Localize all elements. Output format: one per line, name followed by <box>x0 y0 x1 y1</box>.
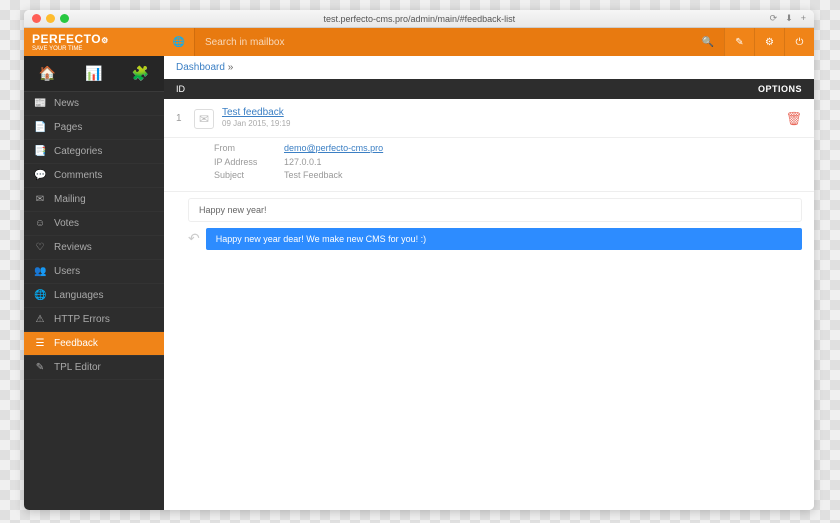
minimize-window-button[interactable] <box>46 14 55 23</box>
nav-icon: ☺ <box>34 218 46 229</box>
nav-icon: 📄 <box>34 122 46 133</box>
edit-icon[interactable]: ✎ <box>724 28 754 56</box>
nav-icon: ♡ <box>34 242 46 253</box>
feedback-details: Fromdemo@perfecto-cms.pro IP Address127.… <box>164 138 814 192</box>
sidebar-item-tpl-editor[interactable]: ✎ TPL Editor <box>24 356 164 380</box>
feedback-title-link[interactable]: Test feedback <box>222 107 284 118</box>
nav-label: Categories <box>54 146 102 157</box>
refresh-icon[interactable]: ⟳ <box>770 13 778 24</box>
message-panel: Happy new year! <box>188 198 802 222</box>
sidebar: 🏠 📊 🧩 📰 News 📄 Pages 📑 Categories 💬 Comments ✉ Ma… <box>24 56 164 510</box>
subject: Test Feedback <box>284 169 343 183</box>
logo[interactable]: PERFECTO⚙ SAVE YOUR TIME <box>24 32 164 52</box>
reply-arrow-icon: ↶ <box>188 230 200 247</box>
nav-icon: 🌐 <box>34 290 46 301</box>
add-tab-icon[interactable]: + <box>801 13 806 24</box>
nav-label: Languages <box>54 290 104 301</box>
nav-label: Comments <box>54 170 102 181</box>
sidebar-item-languages[interactable]: 🌐 Languages <box>24 284 164 308</box>
power-icon[interactable]: ⏻ <box>784 28 814 56</box>
sidebar-item-users[interactable]: 👥 Users <box>24 260 164 284</box>
nav-icon: ✎ <box>34 362 46 373</box>
from-email-link[interactable]: demo@perfecto-cms.pro <box>284 142 383 156</box>
nav-label: Feedback <box>54 338 98 349</box>
plugins-icon[interactable]: 🧩 <box>132 65 149 82</box>
nav-label: Reviews <box>54 242 92 253</box>
sidebar-item-news[interactable]: 📰 News <box>24 92 164 116</box>
sidebar-item-pages[interactable]: 📄 Pages <box>24 116 164 140</box>
nav-icon: 📑 <box>34 146 46 157</box>
nav-label: Mailing <box>54 194 86 205</box>
top-bar: PERFECTO⚙ SAVE YOUR TIME 🌐 🔍 ✎ ⚙ ⏻ <box>24 28 814 56</box>
nav-icon: ⚠ <box>34 314 46 325</box>
column-id: ID <box>176 84 185 94</box>
row-number: 1 <box>176 107 186 124</box>
nav-label: News <box>54 98 79 109</box>
main-content: Dashboard » ID OPTIONS 1 ✉ Test feedback… <box>164 56 814 510</box>
breadcrumb: Dashboard » <box>164 56 814 79</box>
url-bar[interactable]: test.perfecto-cms.pro/admin/main/#feedba… <box>74 14 765 24</box>
browser-titlebar: test.perfecto-cms.pro/admin/main/#feedba… <box>24 10 814 28</box>
table-header: ID OPTIONS <box>164 79 814 99</box>
nav-icon: ✉ <box>34 194 46 205</box>
search-box[interactable]: 🔍 <box>194 28 724 56</box>
stats-icon[interactable]: 📊 <box>85 65 102 82</box>
home-icon[interactable]: 🏠 <box>39 65 56 82</box>
close-window-button[interactable] <box>32 14 41 23</box>
nav-label: HTTP Errors <box>54 314 110 325</box>
maximize-window-button[interactable] <box>60 14 69 23</box>
sidebar-item-feedback[interactable]: ☰ Feedback <box>24 332 164 356</box>
nav-icon: 👥 <box>34 266 46 277</box>
sidebar-item-mailing[interactable]: ✉ Mailing <box>24 188 164 212</box>
reply-bubble: Happy new year dear! We make new CMS for… <box>206 228 802 250</box>
delete-icon[interactable]: 🗑 <box>785 107 802 127</box>
sidebar-item-votes[interactable]: ☺ Votes <box>24 212 164 236</box>
breadcrumb-dashboard-link[interactable]: Dashboard <box>176 62 225 73</box>
nav-icon: ☰ <box>34 338 46 349</box>
nav-label: Users <box>54 266 80 277</box>
nav-label: Votes <box>54 218 79 229</box>
language-icon[interactable]: 🌐 <box>164 37 194 48</box>
reply-row: ↶ Happy new year dear! We make new CMS f… <box>188 228 802 250</box>
envelope-icon: ✉ <box>194 109 214 129</box>
nav-label: Pages <box>54 122 82 133</box>
search-input[interactable] <box>205 37 714 48</box>
nav-icon: 💬 <box>34 170 46 181</box>
column-options: OPTIONS <box>758 84 802 94</box>
search-icon[interactable]: 🔍 <box>702 37 714 48</box>
settings-icon[interactable]: ⚙ <box>754 28 784 56</box>
download-icon[interactable]: ⬇ <box>785 13 793 24</box>
sidebar-item-categories[interactable]: 📑 Categories <box>24 140 164 164</box>
feedback-date: 09 Jan 2015, 19:19 <box>222 119 291 128</box>
sidebar-item-reviews[interactable]: ♡ Reviews <box>24 236 164 260</box>
nav-icon: 📰 <box>34 98 46 109</box>
nav-label: TPL Editor <box>54 362 101 373</box>
ip-address: 127.0.0.1 <box>284 156 322 170</box>
sidebar-item-http-errors[interactable]: ⚠ HTTP Errors <box>24 308 164 332</box>
sidebar-item-comments[interactable]: 💬 Comments <box>24 164 164 188</box>
table-row[interactable]: 1 ✉ Test feedback 09 Jan 2015, 19:19 🗑 <box>164 99 814 138</box>
